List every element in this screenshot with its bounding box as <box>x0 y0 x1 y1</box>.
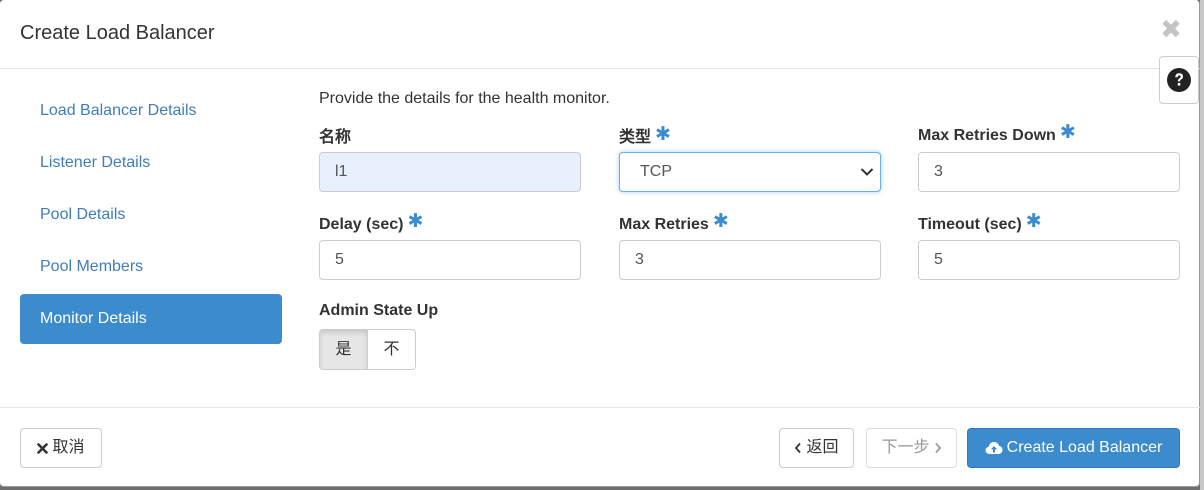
timeout-input[interactable]: 5 <box>918 240 1180 280</box>
asterisk-icon: ✱ <box>407 211 424 232</box>
back-button-label: 返回 <box>806 439 839 456</box>
modal-footer: 取消 返回 下一步 Create Load Balancer <box>0 407 1200 487</box>
backdrop-strip <box>1200 0 1204 490</box>
modal-title: Create Load Balancer <box>20 22 215 44</box>
cancel-button[interactable]: 取消 <box>20 428 102 468</box>
max-retries-label-text: Max Retries <box>619 216 709 233</box>
chevron-left-icon <box>795 442 802 454</box>
admin-state-no-button[interactable]: 不 <box>368 330 415 369</box>
nav-item-monitor-details[interactable]: Monitor Details <box>20 294 282 344</box>
name-label-text: 名称 <box>319 129 352 146</box>
close-icon[interactable]: ✖ <box>1158 14 1184 44</box>
question-circle-icon <box>1167 68 1191 92</box>
cloud-upload-icon <box>985 442 1003 454</box>
delay-label-text: Delay (sec) <box>319 216 404 233</box>
type-select-value: TCP <box>640 163 672 180</box>
nav-item-pool-details[interactable]: Pool Details <box>20 190 282 240</box>
nav-item-listener-details[interactable]: Listener Details <box>20 138 282 188</box>
timeout-label: Timeout (sec) ✱ <box>918 211 1042 235</box>
max-retries-label: Max Retries ✱ <box>619 211 729 235</box>
chevron-right-icon <box>934 442 941 454</box>
name-input[interactable]: l1 <box>319 152 581 192</box>
type-label: 类型 ✱ <box>619 123 671 148</box>
wizard-nav: Load Balancer Details Listener Details P… <box>20 86 282 346</box>
back-button[interactable]: 返回 <box>779 428 854 468</box>
create-load-balancer-button[interactable]: Create Load Balancer <box>967 428 1180 468</box>
max-retries-down-label: Max Retries Down ✱ <box>918 122 1076 146</box>
asterisk-icon: ✱ <box>1059 122 1076 143</box>
max-retries-down-input[interactable]: 3 <box>918 152 1180 192</box>
chevron-down-icon <box>860 168 874 176</box>
times-icon <box>37 442 49 454</box>
admin-state-toggle: 是 不 <box>319 329 416 370</box>
nav-item-pool-members[interactable]: Pool Members <box>20 242 282 292</box>
next-button-label: 下一步 <box>881 439 930 456</box>
next-button[interactable]: 下一步 <box>866 428 957 468</box>
delay-input[interactable]: 5 <box>319 240 581 280</box>
cancel-button-label: 取消 <box>52 439 85 456</box>
asterisk-icon: ✱ <box>712 211 729 232</box>
admin-state-label: Admin State Up <box>319 302 439 319</box>
name-label: 名称 <box>319 123 351 147</box>
admin-state-yes-button[interactable]: 是 <box>320 330 368 369</box>
help-button[interactable] <box>1159 56 1199 104</box>
asterisk-icon: ✱ <box>1025 211 1042 232</box>
asterisk-icon: ✱ <box>655 124 671 145</box>
create-button-label: Create Load Balancer <box>1006 439 1163 456</box>
modal-header: Create Load Balancer ✖ <box>0 0 1200 69</box>
max-retries-input[interactable]: 3 <box>619 240 881 280</box>
type-label-text: 类型 <box>619 129 652 146</box>
nav-item-load-balancer-details[interactable]: Load Balancer Details <box>20 86 282 136</box>
timeout-label-text: Timeout (sec) <box>918 216 1022 233</box>
max-retries-down-label-text: Max Retries Down <box>918 127 1056 144</box>
type-select[interactable]: TCP <box>619 152 881 192</box>
create-load-balancer-modal: Create Load Balancer ✖ Load Balancer Det… <box>0 0 1200 487</box>
form-intro: Provide the details for the health monit… <box>319 90 610 107</box>
delay-label: Delay (sec) ✱ <box>319 211 424 235</box>
